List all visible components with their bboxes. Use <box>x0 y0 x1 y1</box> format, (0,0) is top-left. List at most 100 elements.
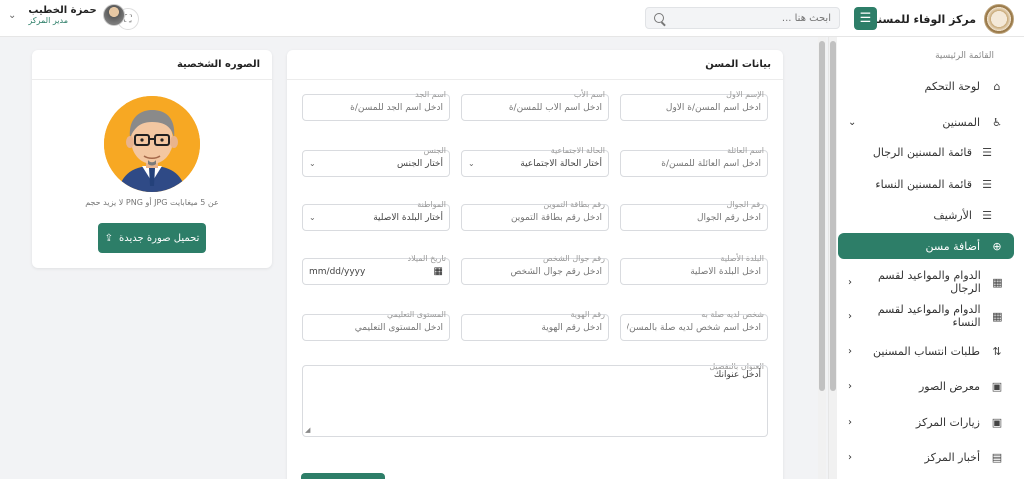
user-role: مدير المركز <box>28 16 68 25</box>
sidebar-item-news[interactable]: ▤ أخبار المركز ‹ <box>838 444 1014 470</box>
calendar-icon[interactable]: ▦ <box>434 266 443 277</box>
chevron-left-icon: ‹ <box>848 276 852 288</box>
sidebar-subitem-men[interactable]: ☰ قائمة المسنين الرجال <box>838 141 994 163</box>
image-icon: ▣ <box>991 415 1003 429</box>
mobile-field: رقم الجوال <box>620 194 768 231</box>
sidebar-item-elderly[interactable]: ♿ المسنين ⌄ <box>838 109 1014 135</box>
chevron-down-icon: ⌄ <box>468 159 475 168</box>
sidebar-item-visits[interactable]: ▣ زيارات المركز ‹ <box>838 409 1014 435</box>
avatar <box>102 4 125 26</box>
field-label: رقم بطاقة التموين <box>543 200 605 209</box>
profile-photo-card: الصوره الشخصية عن 5 ميغابايت JPG أو PNG … <box>32 50 272 268</box>
image-icon: ▣ <box>991 379 1003 393</box>
main-scroll-thumb[interactable] <box>819 41 825 391</box>
field-label: رقم الجوال <box>726 200 764 209</box>
card-title: الصوره الشخصية <box>32 50 272 80</box>
sidebar-section-title: القائمة الرئيسية <box>935 51 994 61</box>
sidebar-item-requests[interactable]: ⇅ طلبات انتساب المسنين ‹ <box>838 338 1014 364</box>
calendar-icon: ▦ <box>992 309 1003 323</box>
elderly-icon: ♿ <box>992 115 1002 129</box>
user-menu[interactable]: حمزة الخطيب مدير المركز ⌄ <box>8 4 125 26</box>
select-value: أختار البلدة الاصلية <box>373 212 443 223</box>
submit-button[interactable] <box>301 473 385 479</box>
sidebar-item-dashboard[interactable]: ⌂ لوحة التحكم <box>838 73 1014 99</box>
sidebar-item-label: معرض الصور <box>918 379 980 393</box>
sidebar-item-label: الدوام والمواعيد لقسم الرجال <box>877 269 981 295</box>
hometown-input[interactable] <box>627 266 761 277</box>
select-value: أختار الجنس <box>397 158 443 169</box>
sidebar-subitem-label: قائمة المسنين الرجال <box>872 145 972 159</box>
id-number-input[interactable] <box>468 322 602 333</box>
profile-photo <box>104 96 200 192</box>
sidebar-item-men-schedule[interactable]: ▦ الدوام والمواعيد لقسم الرجال ‹ <box>838 269 1014 295</box>
sidebar: القائمة الرئيسية ⌂ لوحة التحكم ♿ المسنين ⌄… <box>828 37 1024 479</box>
field-label: الحالة الاجتماعية <box>550 146 605 155</box>
search-icon <box>654 13 664 23</box>
plus-circle-icon: ⊕ <box>992 239 1002 253</box>
sidebar-scrollbar[interactable] <box>829 37 837 479</box>
sidebar-subitem-archive[interactable]: ☰ الأرشيف <box>838 204 994 226</box>
contact-mobile-input[interactable] <box>468 266 602 277</box>
top-bar: مركز الوفاء للمسنين ☰ ⛶ حمزة الخطيب مدير… <box>0 0 1024 37</box>
chevron-down-icon[interactable]: ⌄ <box>8 10 16 21</box>
center-logo <box>984 4 1014 34</box>
id-number-field: رقم الهوية <box>461 304 609 341</box>
education-input[interactable] <box>309 322 443 333</box>
first-name-field: الإسم الاول <box>620 84 768 121</box>
field-label: المواطنة <box>417 200 446 209</box>
field-label: الإسم الاول <box>726 90 764 99</box>
sidebar-item-label: طلبات انتساب المسنين <box>873 344 980 358</box>
education-field: المستوى التعليمي <box>302 304 450 341</box>
upload-photo-button[interactable]: تحميل صورة جديدة ⇪ <box>98 223 206 253</box>
ration-card-input[interactable] <box>468 212 602 223</box>
menu-toggle-button[interactable]: ☰ <box>854 7 877 30</box>
family-name-field: اسم العائلة <box>620 140 768 177</box>
father-name-input[interactable] <box>468 102 602 113</box>
main-scrollbar[interactable] <box>818 37 826 479</box>
related-person-input[interactable] <box>627 322 761 333</box>
chevron-left-icon: ‹ <box>848 345 852 357</box>
sidebar-subitem-women[interactable]: ☰ قائمة المسنين النساء <box>838 173 994 195</box>
brand[interactable]: مركز الوفاء للمسنين <box>864 4 1014 34</box>
list-icon: ☰ <box>982 208 992 222</box>
sidebar-item-label: زيارات المركز <box>915 415 980 429</box>
sidebar-item-label: الدوام والمواعيد لقسم النساء <box>877 303 981 329</box>
chevron-left-icon: ‹ <box>848 451 852 463</box>
family-name-input[interactable] <box>627 158 761 169</box>
chevron-left-icon: ‹ <box>848 310 852 322</box>
sidebar-subitem-label: قائمة المسنين النساء <box>875 177 972 191</box>
grandfather-name-field: اسم الجد <box>302 84 450 121</box>
sidebar-item-add-elderly[interactable]: ⊕ أضافة مسن <box>838 233 1014 259</box>
related-person-field: شخص لديه صلة به <box>620 304 768 341</box>
user-name: حمزة الخطيب <box>28 5 97 16</box>
textarea-placeholder: أدخل عنوانك <box>713 370 761 380</box>
calendar-icon: ▦ <box>992 275 1003 289</box>
field-label: المستوى التعليمي <box>386 310 446 319</box>
sidebar-subitem-label: الأرشيف <box>933 208 972 222</box>
field-label: اسم الأب <box>573 90 605 99</box>
sidebar-scroll-thumb[interactable] <box>830 41 836 391</box>
chevron-down-icon: ⌄ <box>848 116 857 128</box>
list-icon: ☰ <box>982 145 992 159</box>
sidebar-item-label: المسنين <box>942 115 980 129</box>
card-title: بيانات المسن <box>287 50 783 80</box>
chevron-down-icon: ⌄ <box>309 159 316 168</box>
person-avatar-icon <box>104 96 200 192</box>
address-textarea[interactable]: أدخل عنوانك ◢ <box>302 365 768 437</box>
field-label: رقم الهوية <box>570 310 605 319</box>
sidebar-item-gallery[interactable]: ▣ معرض الصور ‹ <box>838 373 1014 399</box>
marital-status-field: الحالة الاجتماعية أختار الحالة الاجتماعي… <box>461 140 609 177</box>
search-input[interactable] <box>664 12 831 24</box>
sidebar-item-women-schedule[interactable]: ▦ الدوام والمواعيد لقسم النساء ‹ <box>838 303 1014 329</box>
grandfather-name-input[interactable] <box>309 102 443 113</box>
fullscreen-icon: ⛶ <box>124 13 132 25</box>
field-label: الجنس <box>423 146 446 155</box>
citizenship-field: المواطنة أختار البلدة الاصلية ⌄ <box>302 194 450 231</box>
upload-icon: ⇪ <box>104 232 113 244</box>
first-name-input[interactable] <box>627 102 761 113</box>
resize-handle-icon[interactable]: ◢ <box>305 426 310 434</box>
search-box[interactable] <box>645 7 840 29</box>
mobile-input[interactable] <box>627 212 761 223</box>
field-label: اسم العائلة <box>727 146 764 155</box>
home-icon: ⌂ <box>993 79 1001 93</box>
